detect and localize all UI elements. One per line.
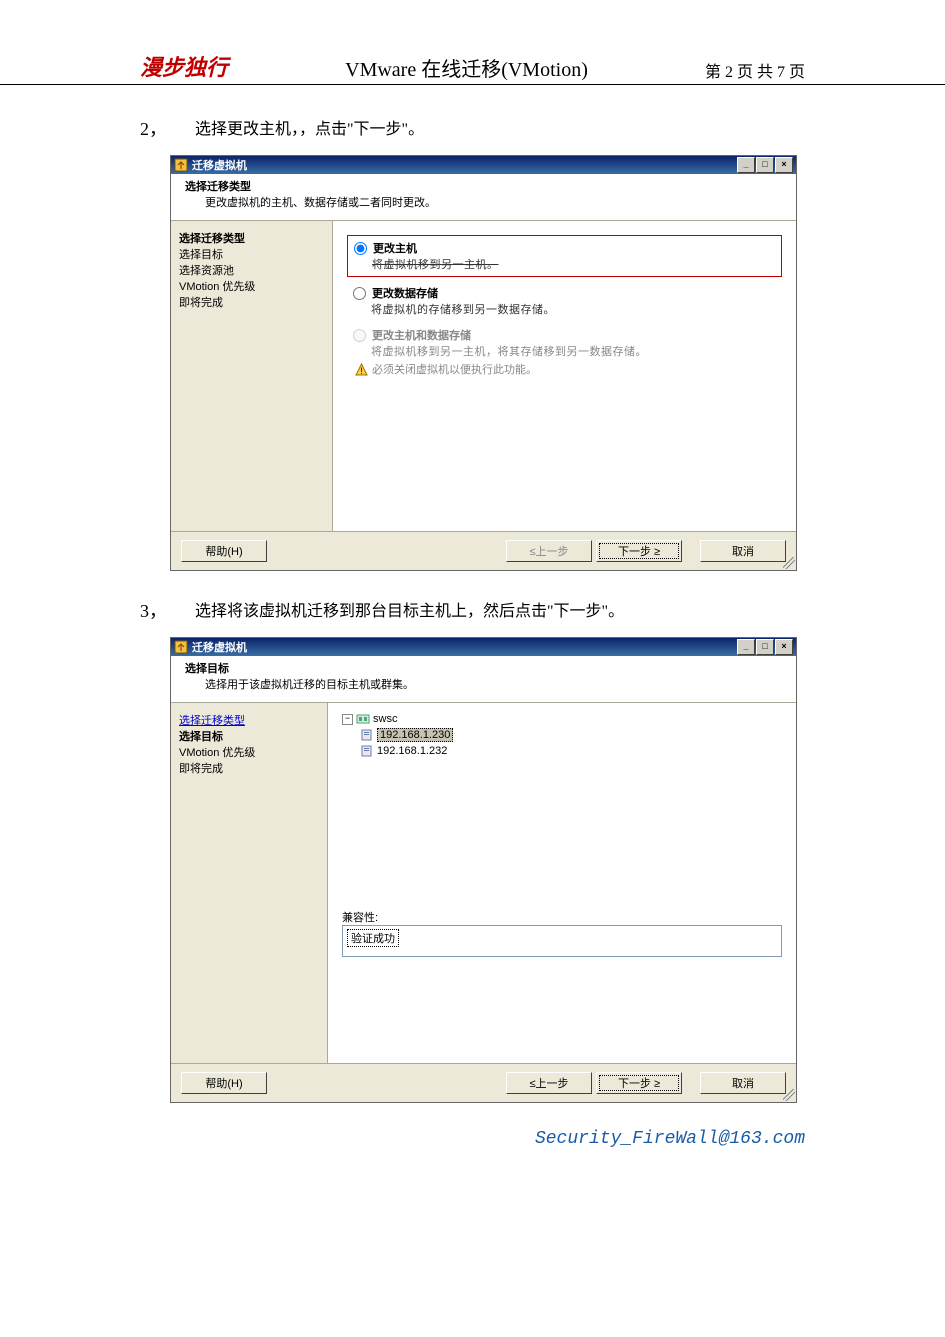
close-button[interactable]: ×: [775, 157, 793, 173]
warning-icon: !: [355, 363, 368, 376]
cancel-button[interactable]: 取消: [700, 540, 786, 562]
resize-grip[interactable]: [783, 557, 795, 569]
window-icon: [174, 158, 188, 172]
window-title: 迁移虚拟机: [192, 639, 737, 655]
tree-root-label: swsc: [373, 713, 397, 725]
option-change-host-desc: 将虚拟机移到另一主机。: [354, 256, 775, 272]
button-row: 帮助(H) ≤上一步 下一步 ≥ 取消: [171, 1063, 796, 1102]
help-button[interactable]: 帮助(H): [181, 1072, 267, 1094]
wizard-content: 更改主机 将虚拟机移到另一主机。 更改数据存储 将虚拟机的存储移到另一数据存储。: [333, 221, 796, 531]
host-tree[interactable]: − swsc 192.168.1.230: [342, 711, 782, 759]
wizard-step-subtitle: 选择用于该虚拟机迁移的目标主机或群集。: [185, 676, 786, 692]
radio-change-both: [353, 329, 366, 342]
cluster-icon: [356, 712, 370, 726]
brand-text: 漫步独行: [140, 50, 228, 82]
compatibility-list: 验证成功: [342, 925, 782, 957]
option-change-both: 更改主机和数据存储 将虚拟机移到另一主机，将其存储移到另一数据存储。 ! 必须关…: [347, 325, 782, 379]
window-icon: [174, 640, 188, 654]
option-change-both-label: 更改主机和数据存储: [372, 327, 471, 343]
compatibility-label: 兼容性:: [342, 909, 782, 925]
cancel-button[interactable]: 取消: [700, 1072, 786, 1094]
wizard-step-title: 选择迁移类型: [185, 178, 786, 194]
tree-collapse-icon[interactable]: −: [342, 714, 353, 725]
wizard-sidebar: 选择迁移类型 选择目标 VMotion 优先级 即将完成: [171, 703, 328, 1063]
option-change-datastore-desc: 将虚拟机的存储移到另一数据存储。: [353, 301, 776, 317]
compatibility-section: 兼容性: 验证成功: [342, 909, 782, 957]
titlebar[interactable]: 迁移虚拟机 _ □ ×: [171, 156, 796, 174]
next-button[interactable]: 下一步 ≥: [596, 540, 682, 562]
sidebar-item-target[interactable]: 选择目标: [179, 247, 324, 263]
sidebar-item-finish[interactable]: 即将完成: [179, 295, 324, 311]
window-title: 迁移虚拟机: [192, 157, 737, 173]
radio-change-datastore[interactable]: [353, 287, 366, 300]
doc-title: VMware 在线迁移(VMotion): [345, 53, 588, 82]
sidebar-item-type[interactable]: 选择迁移类型: [179, 231, 324, 247]
option-change-datastore-label: 更改数据存储: [372, 285, 438, 301]
step-2: 2， 选择更改主机，，点击"下一步"。: [0, 115, 945, 141]
sidebar-item-type[interactable]: 选择迁移类型: [179, 713, 319, 729]
footer-email: Security_FireWall@163.com: [0, 1129, 945, 1169]
wizard-header: 选择目标 选择用于该虚拟机迁移的目标主机或群集。: [171, 656, 796, 703]
host-icon: [360, 728, 374, 742]
option-change-host-label: 更改主机: [373, 240, 417, 256]
close-button[interactable]: ×: [775, 639, 793, 655]
option-change-both-desc: 将虚拟机移到另一主机，将其存储移到另一数据存储。: [353, 343, 776, 359]
tree-host-2-label: 192.168.1.232: [377, 745, 447, 757]
step-3-text: 选择将该虚拟机迁移到那台目标主机上，然后点击"下一步"。: [195, 597, 805, 623]
option-change-datastore[interactable]: 更改数据存储 将虚拟机的存储移到另一数据存储。: [347, 283, 782, 319]
svg-text:!: !: [360, 366, 363, 376]
minimize-button[interactable]: _: [737, 157, 755, 173]
step-3-number: 3，: [140, 597, 195, 623]
maximize-button[interactable]: □: [756, 157, 774, 173]
sidebar-item-target[interactable]: 选择目标: [179, 729, 319, 745]
next-button[interactable]: 下一步 ≥: [596, 1072, 682, 1094]
sidebar-item-finish[interactable]: 即将完成: [179, 761, 319, 777]
step-3: 3， 选择将该虚拟机迁移到那台目标主机上，然后点击"下一步"。: [0, 597, 945, 623]
page-header: 漫步独行 VMware 在线迁移(VMotion) 第 2 页 共 7 页: [0, 50, 945, 85]
minimize-button[interactable]: _: [737, 639, 755, 655]
sidebar-item-priority[interactable]: VMotion 优先级: [179, 745, 319, 761]
page-number: 第 2 页 共 7 页: [705, 58, 805, 82]
host-icon: [360, 744, 374, 758]
tree-host-1[interactable]: 192.168.1.230: [342, 727, 782, 743]
wizard-content: − swsc 192.168.1.230: [328, 703, 796, 1063]
sidebar-item-priority[interactable]: VMotion 优先级: [179, 279, 324, 295]
dialog-migrate-1: 迁移虚拟机 _ □ × 选择迁移类型 更改虚拟机的主机、数据存储或二者同时更改。…: [170, 155, 797, 571]
titlebar[interactable]: 迁移虚拟机 _ □ ×: [171, 638, 796, 656]
radio-change-host[interactable]: [354, 242, 367, 255]
tree-host-2[interactable]: 192.168.1.232: [342, 743, 782, 759]
back-button: ≤上一步: [506, 540, 592, 562]
help-button[interactable]: 帮助(H): [181, 540, 267, 562]
compatibility-status: 验证成功: [347, 929, 399, 947]
option-change-both-warning: 必须关闭虚拟机以便执行此功能。: [372, 361, 537, 377]
resize-grip[interactable]: [783, 1089, 795, 1101]
wizard-header: 选择迁移类型 更改虚拟机的主机、数据存储或二者同时更改。: [171, 174, 796, 221]
option-change-host[interactable]: 更改主机 将虚拟机移到另一主机。: [347, 235, 782, 277]
tree-root[interactable]: − swsc: [342, 711, 782, 727]
step-2-text: 选择更改主机，，点击"下一步"。: [195, 115, 805, 141]
maximize-button[interactable]: □: [756, 639, 774, 655]
step-2-number: 2，: [140, 115, 195, 141]
back-button[interactable]: ≤上一步: [506, 1072, 592, 1094]
tree-host-1-label: 192.168.1.230: [377, 728, 453, 742]
button-row: 帮助(H) ≤上一步 下一步 ≥ 取消: [171, 531, 796, 570]
wizard-sidebar: 选择迁移类型 选择目标 选择资源池 VMotion 优先级 即将完成: [171, 221, 333, 531]
wizard-step-subtitle: 更改虚拟机的主机、数据存储或二者同时更改。: [185, 194, 786, 210]
dialog-migrate-2: 迁移虚拟机 _ □ × 选择目标 选择用于该虚拟机迁移的目标主机或群集。 选择迁…: [170, 637, 797, 1103]
wizard-step-title: 选择目标: [185, 660, 786, 676]
sidebar-item-pool[interactable]: 选择资源池: [179, 263, 324, 279]
